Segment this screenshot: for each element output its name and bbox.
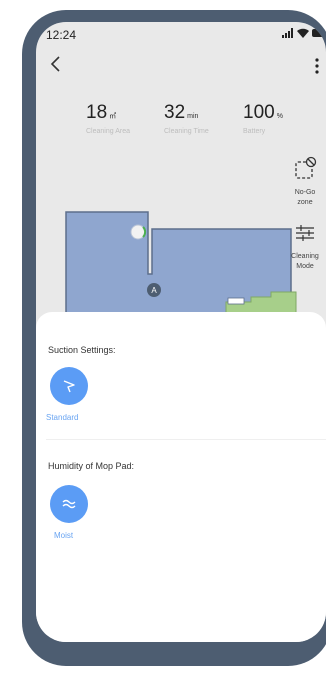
stat-label: Cleaning Time — [164, 128, 209, 135]
suction-standard-button[interactable] — [50, 367, 88, 405]
no-go-zone-label-line2: zone — [297, 199, 313, 206]
signal-icon — [282, 28, 293, 38]
stat-cleaning-time: 32 min Cleaning Time — [164, 102, 209, 135]
stat-value: 18 — [86, 102, 108, 123]
cleaning-mode-button[interactable]: Cleaning Mode — [290, 220, 320, 271]
stat-battery: 100% Battery — [243, 102, 283, 135]
map-marker-label: A — [151, 286, 157, 295]
status-bar: 12:24 — [36, 22, 326, 48]
no-go-zone-icon — [295, 156, 317, 179]
no-go-zone-label-line1: No-Go — [294, 189, 316, 196]
cleaning-settings-sheet: Suction Settings: Standard Humidity of M… — [36, 312, 326, 642]
stat-unit: min — [187, 113, 199, 120]
stat-label: Battery — [243, 128, 266, 135]
robot-icon — [130, 224, 146, 240]
wifi-icon — [297, 28, 309, 38]
stat-cleaning-area: 18 ㎡ Cleaning Area — [86, 102, 130, 135]
humidity-mode-label: Moist — [54, 531, 74, 540]
app-screen: A 12:24 18 ㎡ Cleaning Area 32 min Cleani… — [36, 22, 326, 642]
suction-mode-label: Standard — [46, 413, 79, 422]
stat-value: 32 — [164, 102, 186, 123]
cleaning-mode-label-line2: Mode — [296, 263, 314, 270]
stat-value: 100 — [243, 102, 275, 123]
status-icons — [282, 28, 326, 38]
section-divider — [46, 439, 326, 440]
stat-unit: ㎡ — [109, 113, 117, 120]
status-time: 12:24 — [46, 28, 77, 42]
cleaning-mode-label-line1: Cleaning — [291, 253, 319, 260]
battery-icon — [312, 29, 326, 37]
stat-label: Cleaning Area — [86, 128, 130, 135]
fan-icon — [63, 380, 75, 393]
sliders-icon — [296, 225, 314, 241]
back-icon[interactable] — [48, 54, 64, 74]
map-obstacle — [227, 297, 245, 305]
humidity-title: Humidity of Mop Pad: — [48, 461, 135, 471]
humidity-moist-button[interactable] — [50, 485, 88, 523]
cleaning-map[interactable]: A — [36, 22, 326, 342]
no-go-zone-button[interactable]: No-Go zone — [290, 156, 320, 207]
more-options-icon[interactable] — [312, 56, 322, 76]
water-wave-icon — [62, 499, 76, 509]
stat-unit: % — [276, 113, 283, 120]
suction-settings-title: Suction Settings: — [48, 345, 116, 355]
